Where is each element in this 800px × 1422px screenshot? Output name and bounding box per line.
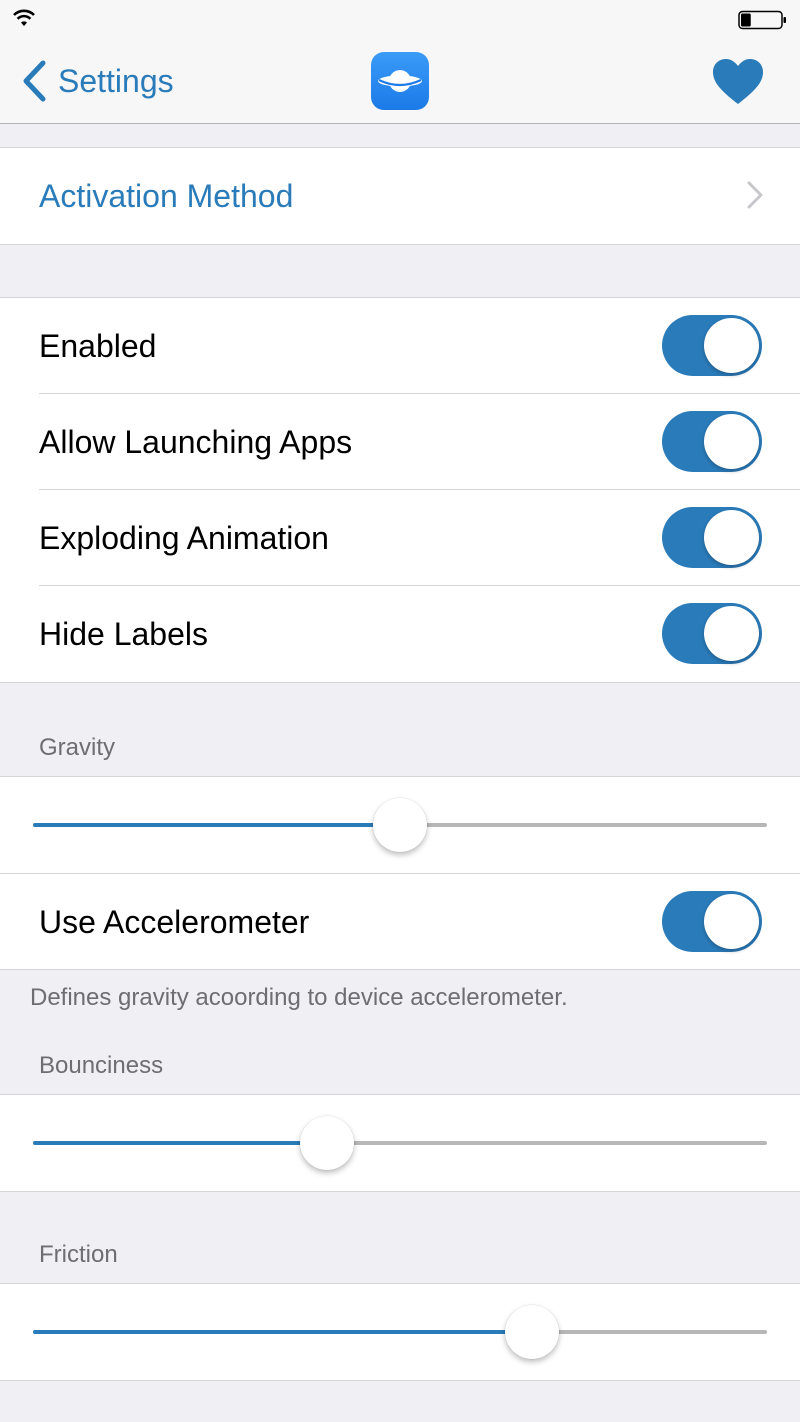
friction-group bbox=[0, 1283, 800, 1381]
friction-header: Friction bbox=[39, 1241, 118, 1268]
activation-method-row[interactable]: Activation Method bbox=[0, 148, 800, 244]
chevron-left-icon bbox=[23, 60, 46, 102]
slider-fill bbox=[33, 1330, 533, 1334]
bounciness-header: Bounciness bbox=[39, 1052, 164, 1079]
switch-knob bbox=[704, 414, 759, 469]
slider-fill bbox=[33, 1141, 327, 1145]
toggle-label: Exploding Animation bbox=[39, 520, 329, 556]
allow-launching-apps-switch[interactable] bbox=[662, 411, 762, 472]
gravity-group: Use Accelerometer bbox=[0, 776, 800, 970]
toggle-label: Allow Launching Apps bbox=[39, 424, 353, 460]
enabled-switch[interactable] bbox=[662, 315, 762, 376]
gravity-slider-row bbox=[0, 777, 800, 873]
toggle-label: Hide Labels bbox=[39, 616, 208, 652]
bounciness-slider-row bbox=[0, 1095, 800, 1191]
gravity-footer: Defines gravity acoording to device acce… bbox=[30, 984, 568, 1011]
exploding-animation-switch[interactable] bbox=[662, 507, 762, 568]
switch-knob bbox=[704, 894, 759, 949]
friction-slider-row bbox=[0, 1284, 800, 1380]
switch-knob bbox=[704, 510, 759, 565]
navigation-bar: Settings bbox=[0, 40, 800, 124]
friction-slider[interactable] bbox=[33, 1305, 767, 1359]
toggle-row-enabled: Enabled bbox=[0, 298, 800, 394]
back-button[interactable]: Settings bbox=[20, 58, 174, 104]
chevron-right-icon bbox=[747, 181, 763, 209]
bounciness-slider[interactable] bbox=[33, 1116, 767, 1170]
use-accelerometer-row: Use Accelerometer bbox=[0, 873, 800, 969]
toggles-group: Enabled Allow Launching Apps Exploding A… bbox=[0, 297, 800, 683]
slider-fill bbox=[33, 823, 400, 827]
slider-thumb[interactable] bbox=[299, 1116, 354, 1170]
use-accelerometer-switch[interactable] bbox=[662, 891, 762, 952]
status-bar bbox=[0, 0, 800, 40]
activation-method-label: Activation Method bbox=[39, 178, 294, 214]
wifi-icon bbox=[13, 9, 35, 26]
heart-icon[interactable] bbox=[710, 56, 766, 108]
planet-app-icon bbox=[371, 52, 429, 110]
gravity-slider[interactable] bbox=[33, 798, 767, 852]
toggle-label: Enabled bbox=[39, 328, 157, 364]
back-button-label: Settings bbox=[58, 62, 174, 99]
battery-icon bbox=[738, 10, 786, 30]
toggle-row-allow-launching-apps: Allow Launching Apps bbox=[0, 393, 800, 490]
gravity-header: Gravity bbox=[39, 734, 116, 761]
bounciness-group bbox=[0, 1094, 800, 1192]
toggle-row-exploding-animation: Exploding Animation bbox=[0, 489, 800, 586]
activation-group: Activation Method bbox=[0, 147, 800, 245]
slider-thumb[interactable] bbox=[373, 798, 427, 852]
settings-screen: Settings Activation Method Enabled Allow… bbox=[0, 0, 800, 1422]
switch-knob bbox=[704, 318, 759, 373]
switch-knob bbox=[704, 606, 759, 661]
slider-thumb[interactable] bbox=[505, 1305, 560, 1359]
use-accelerometer-label: Use Accelerometer bbox=[39, 904, 310, 940]
toggle-row-hide-labels: Hide Labels bbox=[0, 585, 800, 682]
hide-labels-switch[interactable] bbox=[662, 603, 762, 664]
